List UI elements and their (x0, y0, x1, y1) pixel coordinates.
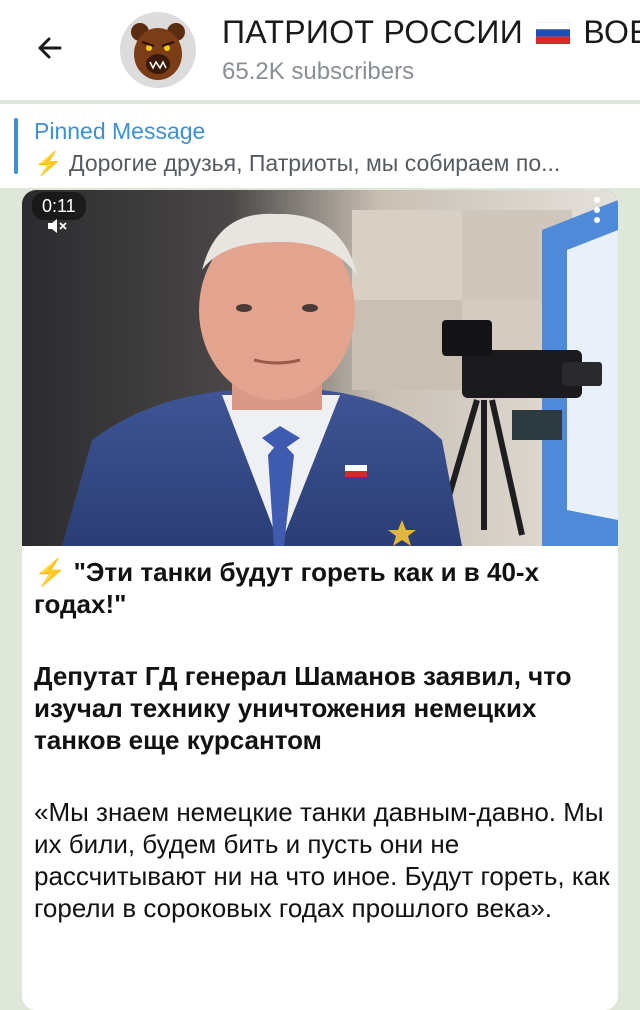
pinned-message[interactable]: Pinned Message ⚡ Дорогие друзья, Патриот… (0, 104, 640, 188)
russia-flag-icon (535, 21, 571, 44)
channel-title-text: ПАТРИОТ РОССИИ (222, 14, 524, 50)
bear-avatar-icon (120, 12, 196, 88)
video-frame (22, 190, 618, 546)
channel-title-tail: ВОЕ (583, 14, 640, 50)
pinned-title: Pinned Message (34, 118, 206, 144)
video-duration: 0:11 (32, 192, 86, 233)
subscriber-count: 65.2K subscribers (222, 58, 415, 85)
video-time: 0:11 (42, 196, 76, 216)
video-player[interactable]: 0:11 (22, 190, 618, 546)
lightning-icon: ⚡ (34, 150, 63, 176)
video-menu-button[interactable] (592, 196, 602, 224)
speaker-muted-icon[interactable] (46, 218, 68, 234)
message-headline: ⚡ "Эти танки будут гореть как и в 40-х г… (34, 556, 610, 620)
headline-text: "Эти танки будут гореть как и в 40-х год… (34, 557, 540, 619)
lightning-icon: ⚡ (34, 557, 67, 587)
message-quote: «Мы знаем немецкие танки давным-давно. М… (34, 797, 610, 923)
channel-avatar[interactable] (120, 12, 196, 88)
channel-title: ПАТРИОТ РОССИИ ВОЕ (222, 14, 640, 51)
pinned-preview: ⚡ Дорогие друзья, Патриоты, мы собираем … (34, 150, 634, 177)
back-button[interactable] (30, 28, 70, 68)
channel-header: ПАТРИОТ РОССИИ ВОЕ 65.2K subscribers (0, 0, 640, 101)
message-subheadline: Депутат ГД генерал Шаманов заявил, что и… (34, 661, 572, 755)
message-bubble: 0:11 ⚡ "Эти танки будут гореть как и в 4… (22, 190, 618, 1010)
message-text: ⚡ "Эти танки будут гореть как и в 40-х г… (34, 556, 610, 924)
pinned-indicator (14, 118, 18, 174)
pinned-preview-text: Дорогие друзья, Патриоты, мы собираем по… (69, 150, 561, 176)
arrow-left-icon (38, 37, 62, 59)
more-vertical-icon (594, 197, 600, 223)
